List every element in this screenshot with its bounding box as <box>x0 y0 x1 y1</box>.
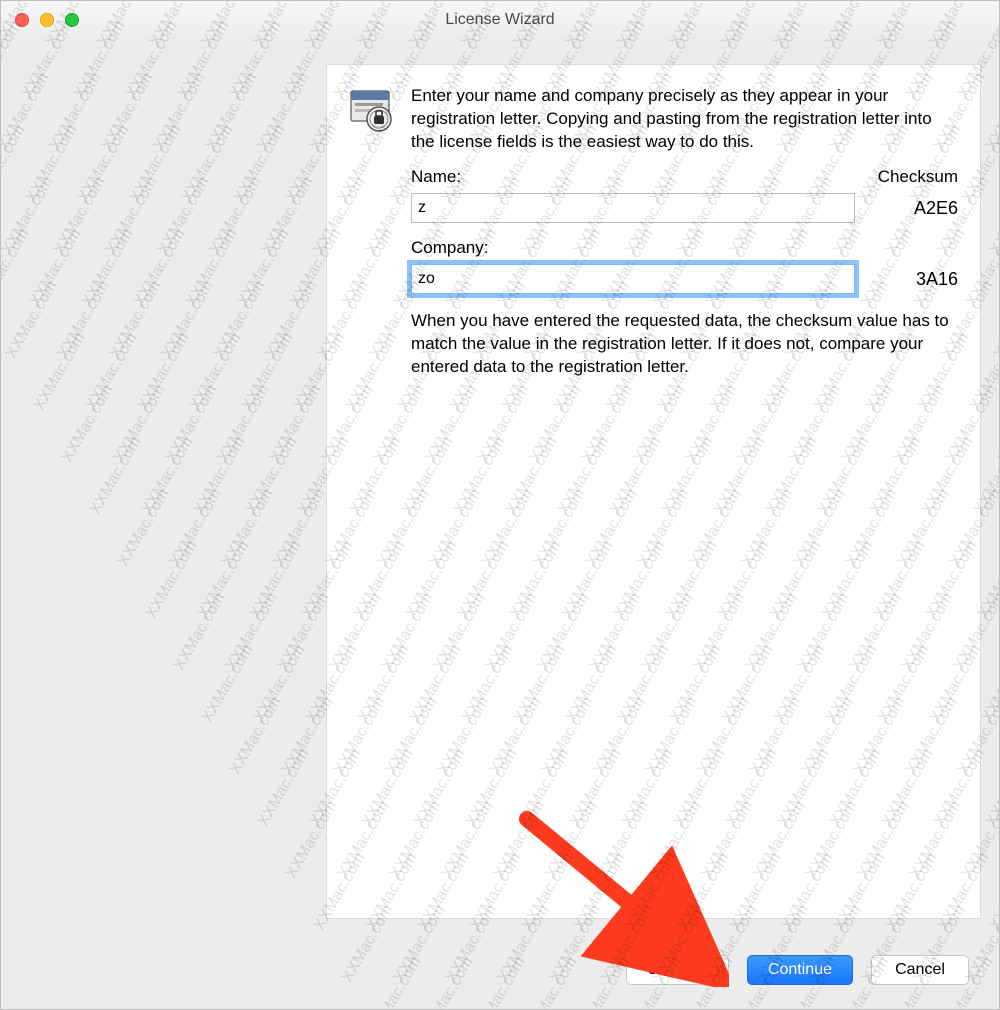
watermark-text: XXMac.com <box>143 538 202 622</box>
company-field-value: zo <box>418 270 435 287</box>
watermark-text: XXMac.com <box>231 122 290 206</box>
watermark-text: XXMac.com <box>131 226 190 310</box>
watermark-text: XXMac.com <box>991 278 1000 362</box>
watermark-text: XXMac.com <box>267 382 326 466</box>
watermark-text: XXMac.com <box>115 486 174 570</box>
watermark-text: XXMac.com <box>983 70 1000 154</box>
watermark-text: XXMac.com <box>275 590 334 674</box>
watermark-text: XXMac.com <box>23 122 82 206</box>
watermark-text: XXMac.com <box>0 122 29 206</box>
watermark-text: XXMac.com <box>979 642 1000 726</box>
cancel-button[interactable]: Cancel <box>871 955 969 985</box>
watermark-text: XXMac.com <box>255 70 314 154</box>
watermark-text: XXMac.com <box>99 70 158 154</box>
watermark-text: XXMac.com <box>0 226 33 310</box>
checksum-note: When you have entered the requested data… <box>349 310 958 379</box>
checksum-label: Checksum <box>878 166 958 189</box>
name-label: Name: <box>411 166 461 189</box>
watermark-text: XXMac.com <box>987 850 1000 934</box>
watermark-text: XXMac.com <box>983 746 1000 830</box>
company-field[interactable]: zo <box>411 264 855 294</box>
watermark-text: XXMac.com <box>0 70 53 154</box>
watermark-text: XXMac.com <box>27 226 86 310</box>
watermark-text: XXMac.com <box>247 538 306 622</box>
intro-text: Enter your name and company precisely as… <box>411 85 958 154</box>
name-field[interactable]: z <box>411 193 855 223</box>
watermark-text: XXMac.com <box>155 174 214 258</box>
watermark-text: XXMac.com <box>59 382 118 466</box>
watermark-text: XXMac.com <box>243 434 302 518</box>
watermark-text: XXMac.com <box>263 278 322 362</box>
watermark-text: XXMac.com <box>215 382 274 466</box>
watermark-text: XXMac.com <box>159 278 218 362</box>
watermark-text: XXMac.com <box>55 278 114 362</box>
watermark-text: XXMac.com <box>151 70 210 154</box>
watermark-text: XXMac.com <box>75 122 134 206</box>
continue-button[interactable]: Continue <box>747 955 853 985</box>
watermark-text: XXMac.com <box>163 382 222 466</box>
company-checksum: 3A16 <box>875 267 958 291</box>
window-body: Enter your name and company precisely as… <box>1 39 999 1009</box>
watermark-text: XXMac.com <box>31 330 90 414</box>
name-checksum: A2E6 <box>875 196 958 220</box>
title-bar: License Wizard <box>1 1 999 40</box>
watermark-text: XXMac.com <box>107 278 166 362</box>
watermark-text: XXMac.com <box>203 70 262 154</box>
watermark-text: XXMac.com <box>127 122 186 206</box>
watermark-text: XXMac.com <box>0 70 1 154</box>
watermark-text: XXMac.com <box>995 382 1000 466</box>
watermark-text: XXMac.com <box>191 434 250 518</box>
watermark-text: XXMac.com <box>199 642 258 726</box>
watermark-text: XXMac.com <box>219 486 278 570</box>
watermark-text: XXMac.com <box>167 486 226 570</box>
watermark-text: XXMac.com <box>79 226 138 310</box>
button-row: Go Back Continue Cancel <box>1 955 999 985</box>
name-field-value: z <box>418 199 426 216</box>
watermark-text: XXMac.com <box>0 174 5 258</box>
watermark-text: XXMac.com <box>179 122 238 206</box>
watermark-text: XXMac.com <box>255 746 314 830</box>
watermark-text: XXMac.com <box>271 486 330 570</box>
watermark-text: XXMac.com <box>207 174 266 258</box>
watermark-text: XXMac.com <box>111 382 170 466</box>
watermark-text: XXMac.com <box>171 590 230 674</box>
watermark-text: XXMac.com <box>83 330 142 414</box>
watermark-text: XXMac.com <box>227 694 286 778</box>
go-back-button[interactable]: Go Back <box>626 955 729 985</box>
watermark-text: XXMac.com <box>0 174 57 258</box>
watermark-text: XXMac.com <box>47 70 106 154</box>
window-title: License Wizard <box>1 11 999 29</box>
watermark-text: XXMac.com <box>87 434 146 518</box>
content-panel: Enter your name and company precisely as… <box>326 64 981 919</box>
watermark-text: XXMac.com <box>987 174 1000 258</box>
watermark-text: XXMac.com <box>211 278 270 362</box>
watermark-text: XXMac.com <box>135 330 194 414</box>
watermark-text: XXMac.com <box>187 330 246 414</box>
watermark-text: XXMac.com <box>3 278 62 362</box>
watermark-text: XXMac.com <box>251 642 310 726</box>
watermark-text: XXMac.com <box>235 226 294 310</box>
watermark-text: XXMac.com <box>239 330 298 414</box>
watermark-text: XXMac.com <box>139 434 198 518</box>
company-label: Company: <box>411 237 488 260</box>
app-icon <box>349 89 395 135</box>
watermark-text: XXMac.com <box>183 226 242 310</box>
watermark-text: XXMac.com <box>195 538 254 622</box>
watermark-text: XXMac.com <box>51 174 110 258</box>
watermark-text: XXMac.com <box>223 590 282 674</box>
window: License Wizard <box>0 0 1000 1010</box>
watermark-text: XXMac.com <box>103 174 162 258</box>
watermark-text: XXMac.com <box>259 174 318 258</box>
